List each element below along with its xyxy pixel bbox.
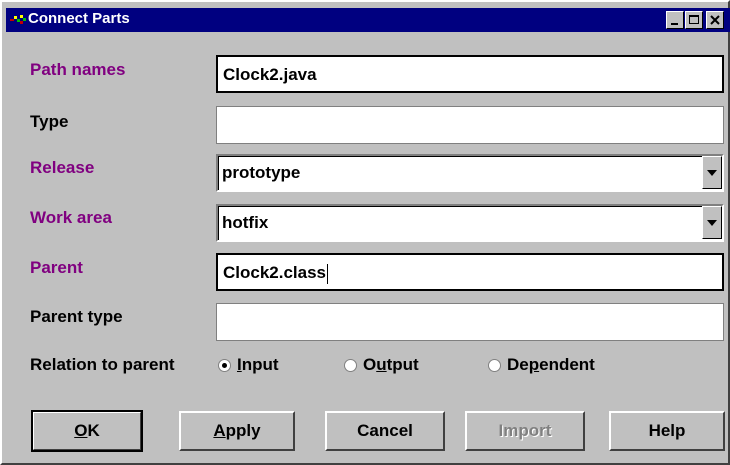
apply-button[interactable]: Apply <box>179 411 295 451</box>
maximize-button[interactable] <box>685 11 703 29</box>
apply-button-label: Apply <box>213 421 261 440</box>
parent-input[interactable]: Clock2.class <box>216 253 724 291</box>
chevron-down-icon <box>707 220 717 226</box>
parent-value-wrap: Clock2.class <box>223 263 329 284</box>
window-title: Connect Parts <box>28 10 130 27</box>
close-icon <box>710 15 720 25</box>
import-button-label: Import <box>498 421 552 440</box>
parent-label: Parent <box>30 258 83 277</box>
relation-label: Relation to parent <box>30 355 175 374</box>
path-names-label: Path names <box>30 60 126 79</box>
maximize-icon <box>689 15 699 24</box>
work-area-select[interactable]: hotfix <box>216 204 724 242</box>
work-area-value: hotfix <box>222 213 269 232</box>
radio-dependent-dot <box>488 359 501 372</box>
parent-value: Clock2.class <box>223 263 327 282</box>
release-select[interactable]: prototype <box>216 154 724 192</box>
ok-button[interactable]: OK <box>31 410 143 452</box>
app-icon <box>10 15 26 24</box>
path-names-value: Clock2.java <box>223 65 317 84</box>
release-label: Release <box>30 158 95 177</box>
help-button-label: Help <box>648 421 686 440</box>
type-input[interactable] <box>216 106 724 144</box>
release-value: prototype <box>222 163 301 182</box>
release-dropdown-button[interactable] <box>702 156 722 189</box>
path-names-input[interactable]: Clock2.java <box>216 55 724 93</box>
radio-input-label: Input <box>237 355 279 374</box>
parent-type-label: Parent type <box>30 307 123 326</box>
type-label: Type <box>30 112 69 131</box>
text-caret <box>327 263 329 284</box>
import-button[interactable]: Import <box>465 411 585 451</box>
work-area-dropdown-button[interactable] <box>702 206 722 239</box>
title-bar[interactable]: Connect Parts <box>6 8 730 32</box>
radio-output-label: Output <box>363 355 419 374</box>
cancel-button-label: Cancel <box>357 421 413 440</box>
minimize-icon <box>671 23 678 25</box>
close-button[interactable] <box>706 11 724 29</box>
chevron-down-icon <box>707 170 717 176</box>
connect-parts-dialog: Connect Parts Path names Clock2.java Typ… <box>0 0 730 465</box>
cancel-button[interactable]: Cancel <box>325 411 445 451</box>
ok-button-label: OK <box>74 421 100 440</box>
parent-type-input[interactable] <box>216 303 724 341</box>
minimize-button[interactable] <box>666 11 684 29</box>
radio-dependent-label: Dependent <box>507 355 595 374</box>
radio-input-dot <box>218 359 231 372</box>
work-area-label: Work area <box>30 208 112 227</box>
radio-output-dot <box>344 359 357 372</box>
help-button[interactable]: Help <box>609 411 725 451</box>
